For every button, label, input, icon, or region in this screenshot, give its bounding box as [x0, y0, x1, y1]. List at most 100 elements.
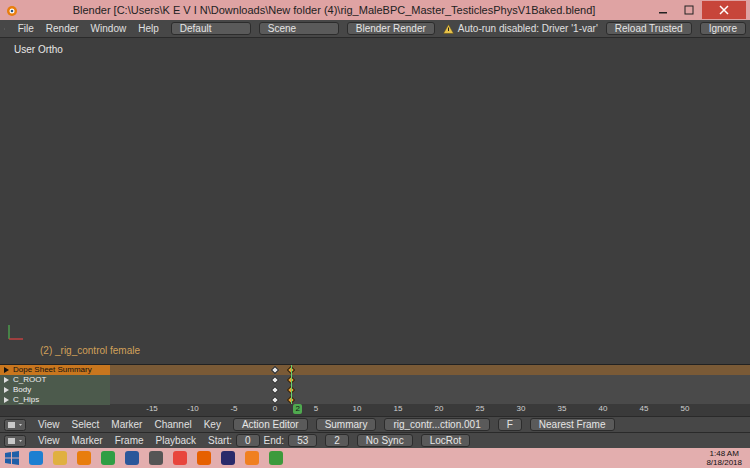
ruler-tick: -15 — [146, 405, 158, 413]
clock-date: 8/18/2018 — [706, 458, 742, 467]
minimize-icon — [658, 5, 668, 15]
menu-bar: View Marker Frame Playback — [34, 433, 200, 448]
action-field[interactable]: rig_contr...ction.001 — [384, 418, 489, 431]
ruler-tick: 50 — [681, 405, 690, 413]
taskbar-app-icon[interactable] — [28, 450, 44, 466]
dope-sheet-header: View Select Marker Channel Key Action Editor S… — [0, 416, 750, 432]
taskbar-app-icon[interactable] — [268, 450, 284, 466]
3d-viewport[interactable]: User Ortho(2) _rig_control female — [0, 38, 750, 364]
taskbar: 1:48 AM8/18/2018 — [0, 448, 750, 468]
ruler-tick: 35 — [558, 405, 567, 413]
menu-item[interactable]: Playback — [156, 433, 197, 448]
channel-row[interactable]: Dope Sheet Summary — [0, 365, 110, 375]
timeline-header: ViewMarkerFramePlaybackStart:0End:532No … — [0, 432, 750, 448]
mode-dropdown[interactable]: Action Editor — [233, 418, 308, 431]
editor-type-icon[interactable] — [4, 419, 26, 431]
keying-set-field[interactable]: LocRot — [421, 434, 471, 447]
ruler-tick: 45 — [640, 405, 649, 413]
taskbar-app-icon[interactable] — [76, 450, 92, 466]
taskbar-app-icon[interactable] — [196, 450, 212, 466]
blender-logo-icon — [4, 3, 18, 17]
info-header: File Render Window Help Default Scene Blender … — [0, 20, 750, 38]
taskbar-app-icon[interactable] — [172, 450, 188, 466]
menu-bar: File Render Window Help — [14, 21, 163, 36]
clock[interactable]: 1:48 AM8/18/2018 — [702, 449, 746, 467]
channel-list: Dope Sheet SummaryC_ROOTBodyC_Hips — [0, 365, 110, 416]
channel-row[interactable]: C_ROOT — [0, 375, 110, 385]
keyframe[interactable] — [271, 366, 279, 374]
render-engine-dropdown[interactable]: Blender Render — [347, 22, 435, 35]
maximize-icon — [684, 5, 694, 15]
screen: Blender [C:\Users\K E V I N\Downloads\Ne… — [0, 0, 750, 468]
window-title: Blender [C:\Users\K E V I N\Downloads\Ne… — [18, 2, 650, 19]
frame-range: Start:0End:53 — [208, 433, 317, 448]
menu-item[interactable]: View — [38, 433, 60, 448]
channel-row[interactable]: C_Hips — [0, 395, 110, 405]
menu-item[interactable]: Render — [46, 21, 79, 36]
ruler-tick: 30 — [517, 405, 526, 413]
expand-icon[interactable] — [4, 377, 9, 383]
ruler-tick: -10 — [187, 405, 199, 413]
expand-icon[interactable] — [4, 367, 9, 373]
window-controls — [650, 0, 746, 20]
menu-item[interactable]: Window — [91, 21, 127, 36]
menu-item[interactable]: Help — [138, 21, 159, 36]
snap-dropdown[interactable]: Nearest Frame — [530, 418, 615, 431]
maximize-button[interactable] — [676, 0, 702, 20]
fake-user-button[interactable]: F — [498, 418, 522, 431]
ruler-tick: 15 — [394, 405, 403, 413]
end-label: End: — [264, 433, 285, 448]
minimize-button[interactable] — [650, 0, 676, 20]
taskbar-app-icon[interactable] — [148, 450, 164, 466]
keyframe-row — [110, 365, 750, 375]
playhead[interactable] — [291, 365, 292, 404]
keyframe[interactable] — [271, 396, 279, 404]
menu-item[interactable]: View — [38, 417, 60, 432]
object-label: (2) _rig_control female — [40, 343, 140, 358]
editor-type-icon[interactable] — [4, 23, 6, 35]
menu-item[interactable]: Channel — [154, 417, 191, 432]
channel-row[interactable]: Body — [0, 385, 110, 395]
start-field[interactable]: 0 — [236, 434, 260, 447]
menu-item[interactable]: File — [18, 21, 34, 36]
taskbar-app-icon[interactable] — [100, 450, 116, 466]
keyframe-area[interactable]: -15-10-5051015202530354045502 — [110, 365, 750, 416]
dope-sheet: Dope Sheet SummaryC_ROOTBodyC_Hips -15 -10… — [0, 364, 750, 416]
warning-icon — [443, 24, 454, 34]
close-button[interactable] — [702, 1, 746, 19]
keyframe-row — [110, 385, 750, 395]
taskbar-app-icon[interactable] — [220, 450, 236, 466]
layout-field[interactable]: Default — [171, 22, 251, 35]
editor-type-icon[interactable] — [4, 435, 26, 447]
expand-icon[interactable] — [4, 397, 9, 403]
summary-button[interactable]: Summary — [316, 418, 377, 431]
scene-field[interactable]: Scene — [259, 22, 339, 35]
keyframe-row — [110, 375, 750, 385]
end-field[interactable]: 53 — [288, 434, 317, 447]
sync-dropdown[interactable]: No Sync — [357, 434, 413, 447]
title-bar: Blender [C:\Users\K E V I N\Downloads\Ne… — [0, 0, 750, 20]
menu-item[interactable]: Frame — [115, 433, 144, 448]
header-button[interactable]: Reload Trusted — [606, 22, 692, 35]
menu-item[interactable]: Key — [204, 417, 221, 432]
taskbar-app-icon[interactable] — [52, 450, 68, 466]
menu-item[interactable]: Select — [72, 417, 100, 432]
taskbar-app-icon[interactable] — [124, 450, 140, 466]
keyframe[interactable] — [271, 376, 279, 384]
current-frame-field[interactable]: 2 — [325, 434, 349, 447]
start-button-icon[interactable] — [4, 451, 20, 465]
expand-icon[interactable] — [4, 387, 9, 393]
axis-icon — [6, 320, 28, 342]
menu-item[interactable]: Marker — [72, 433, 103, 448]
ruler-tick: 40 — [599, 405, 608, 413]
keyframe[interactable] — [271, 386, 279, 394]
ruler-tick: 5 — [314, 405, 318, 413]
ruler-tick: 10 — [353, 405, 362, 413]
ruler-tick: -5 — [230, 405, 237, 413]
current-frame-badge[interactable]: 2 — [293, 404, 301, 414]
taskbar-app-icon[interactable] — [244, 450, 260, 466]
close-icon — [719, 5, 729, 15]
menu-item[interactable]: Marker — [111, 417, 142, 432]
ruler-tick: 0 — [273, 405, 277, 413]
header-button[interactable]: Ignore — [700, 22, 746, 35]
